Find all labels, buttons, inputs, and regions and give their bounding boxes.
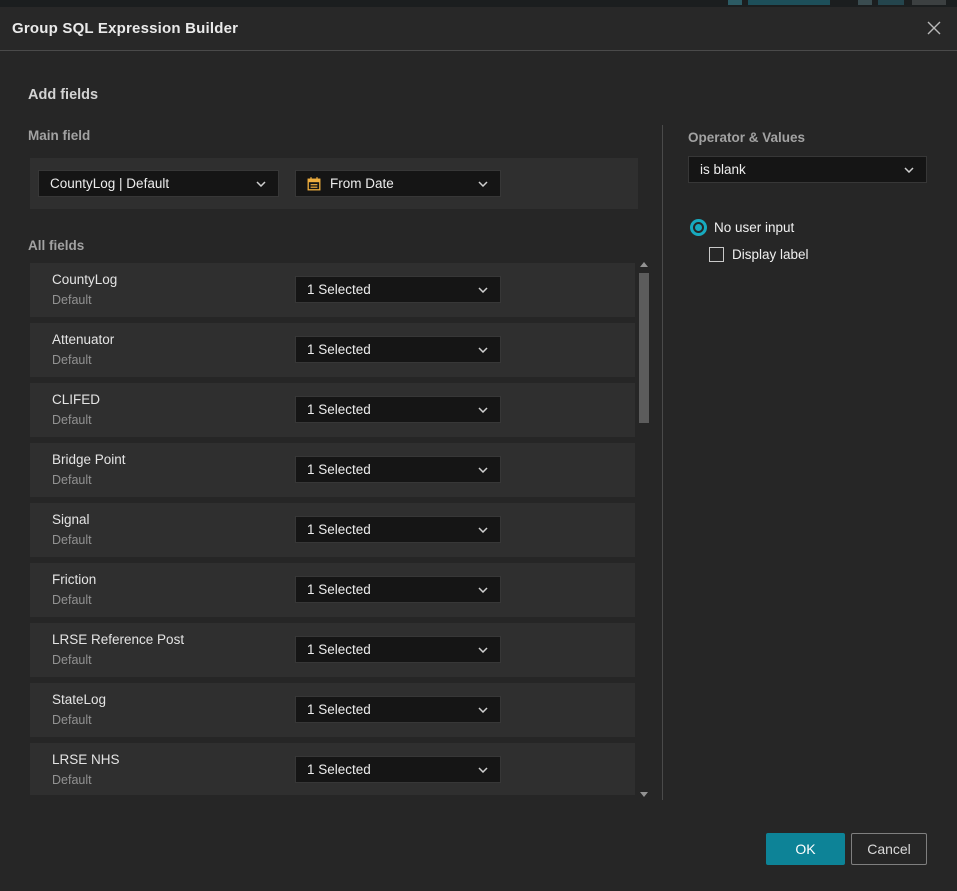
field-row: CLIFED Default 1 Selected	[30, 383, 635, 437]
field-subtitle: Default	[52, 773, 92, 787]
field-selection-dropdown[interactable]: 1 Selected	[295, 396, 501, 423]
dropdown-value: is blank	[689, 162, 904, 177]
field-subtitle: Default	[52, 293, 92, 307]
dropdown-value: 1 Selected	[296, 462, 478, 477]
all-fields-label: All fields	[28, 238, 84, 253]
field-name: CLIFED	[52, 392, 100, 407]
chevron-down-icon	[478, 287, 488, 293]
add-fields-heading: Add fields	[28, 87, 98, 103]
field-row: CountyLog Default 1 Selected	[30, 263, 635, 317]
main-field-panel: CountyLog | Default From Date	[30, 158, 638, 209]
main-field-label: Main field	[28, 128, 90, 143]
dialog-title: Group SQL Expression Builder	[12, 7, 238, 50]
field-selection-dropdown[interactable]: 1 Selected	[295, 456, 501, 483]
chevron-down-icon	[478, 181, 488, 187]
field-selection-dropdown[interactable]: 1 Selected	[295, 516, 501, 543]
radio-selected-icon[interactable]	[690, 219, 707, 236]
screen: Group SQL Expression Builder Add fields …	[0, 0, 957, 891]
close-icon[interactable]	[923, 17, 945, 39]
chevron-down-icon	[478, 527, 488, 533]
field-selection-dropdown[interactable]: 1 Selected	[295, 696, 501, 723]
background-fragment	[912, 0, 946, 5]
field-name: Friction	[52, 572, 96, 587]
chevron-down-icon	[256, 181, 266, 187]
ok-button[interactable]: OK	[766, 833, 845, 865]
field-selection-dropdown[interactable]: 1 Selected	[295, 576, 501, 603]
cancel-button[interactable]: Cancel	[851, 833, 927, 865]
background-fragment	[728, 0, 742, 5]
dropdown-value: 1 Selected	[296, 642, 478, 657]
chevron-down-icon	[478, 347, 488, 353]
main-field-date-dropdown[interactable]: From Date	[295, 170, 501, 197]
field-selection-dropdown[interactable]: 1 Selected	[295, 756, 501, 783]
field-subtitle: Default	[52, 713, 92, 727]
field-selection-dropdown[interactable]: 1 Selected	[295, 636, 501, 663]
field-name: LRSE NHS	[52, 752, 120, 767]
group-sql-expression-builder-dialog: Group SQL Expression Builder Add fields …	[0, 7, 957, 891]
field-row: Attenuator Default 1 Selected	[30, 323, 635, 377]
dropdown-value: CountyLog | Default	[39, 176, 256, 191]
dropdown-value: 1 Selected	[296, 282, 478, 297]
chevron-down-icon	[478, 767, 488, 773]
field-row: Signal Default 1 Selected	[30, 503, 635, 557]
field-subtitle: Default	[52, 473, 92, 487]
field-subtitle: Default	[52, 593, 92, 607]
chevron-down-icon	[478, 647, 488, 653]
dropdown-value: 1 Selected	[296, 522, 478, 537]
dropdown-value: 1 Selected	[296, 762, 478, 777]
display-label-text: Display label	[732, 247, 809, 262]
chevron-down-icon	[478, 707, 488, 713]
field-name: StateLog	[52, 692, 106, 707]
field-subtitle: Default	[52, 413, 92, 427]
display-label-option[interactable]: Display label	[709, 247, 809, 262]
field-row: StateLog Default 1 Selected	[30, 683, 635, 737]
field-name: Attenuator	[52, 332, 114, 347]
checkbox-unchecked-icon[interactable]	[709, 247, 724, 262]
field-row: Friction Default 1 Selected	[30, 563, 635, 617]
dropdown-value: 1 Selected	[296, 702, 478, 717]
field-selection-dropdown[interactable]: 1 Selected	[295, 276, 501, 303]
all-fields-list: CountyLog Default 1 Selected Attenuator …	[30, 263, 635, 795]
chevron-down-icon	[904, 167, 914, 173]
main-field-source-dropdown[interactable]: CountyLog | Default	[38, 170, 279, 197]
chevron-down-icon	[478, 407, 488, 413]
background-fragment	[748, 0, 830, 5]
dropdown-value: 1 Selected	[296, 582, 478, 597]
background-fragment	[878, 0, 904, 5]
operator-values-heading: Operator & Values	[688, 130, 805, 145]
background-fragment	[858, 0, 872, 5]
field-row: LRSE NHS Default 1 Selected	[30, 743, 635, 795]
field-subtitle: Default	[52, 353, 92, 367]
panel-divider	[662, 125, 663, 800]
dropdown-value: 1 Selected	[296, 402, 478, 417]
dropdown-value: 1 Selected	[296, 342, 478, 357]
scrollbar-thumb[interactable]	[639, 273, 649, 423]
field-subtitle: Default	[52, 533, 92, 547]
field-subtitle: Default	[52, 653, 92, 667]
scroll-up-arrow-icon[interactable]	[640, 262, 648, 267]
background-app-strip	[0, 0, 957, 7]
list-scrollbar[interactable]	[637, 258, 651, 801]
no-user-input-option[interactable]: No user input	[690, 219, 794, 236]
field-name: CountyLog	[52, 272, 117, 287]
dropdown-value: From Date	[319, 176, 478, 191]
field-name: LRSE Reference Post	[52, 632, 184, 647]
field-name: Bridge Point	[52, 452, 126, 467]
operator-dropdown[interactable]: is blank	[688, 156, 927, 183]
scroll-down-arrow-icon[interactable]	[640, 792, 648, 797]
field-selection-dropdown[interactable]: 1 Selected	[295, 336, 501, 363]
chevron-down-icon	[478, 467, 488, 473]
field-name: Signal	[52, 512, 90, 527]
dialog-titlebar: Group SQL Expression Builder	[0, 7, 957, 51]
field-row: Bridge Point Default 1 Selected	[30, 443, 635, 497]
chevron-down-icon	[478, 587, 488, 593]
no-user-input-label: No user input	[714, 220, 794, 235]
field-row: LRSE Reference Post Default 1 Selected	[30, 623, 635, 677]
